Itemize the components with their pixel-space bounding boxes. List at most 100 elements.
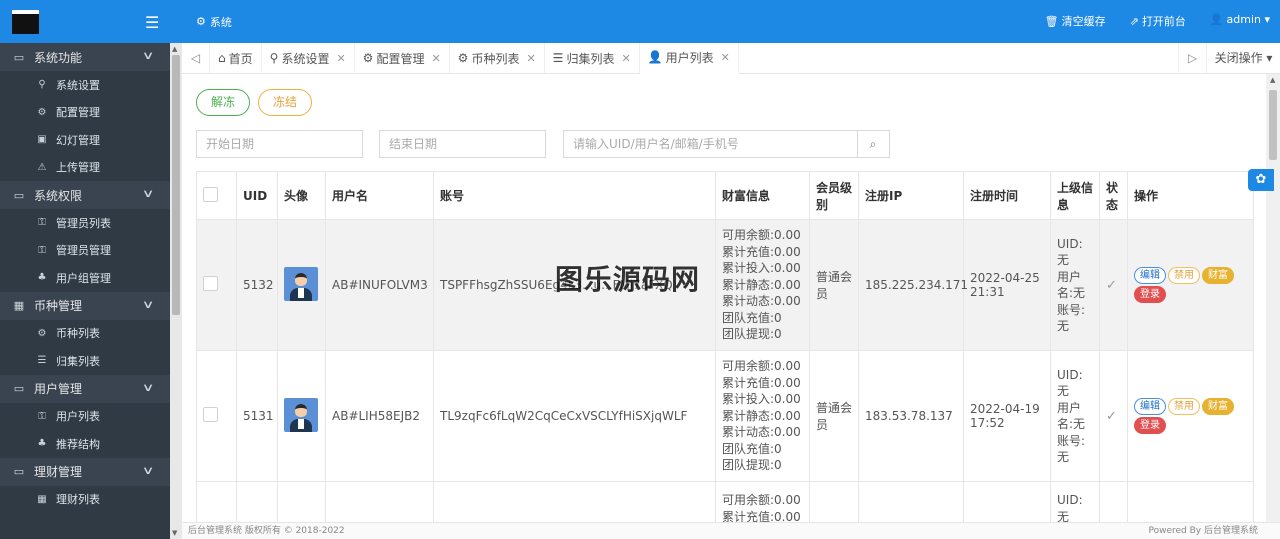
topbar-action[interactable]: ⇗ 打开前台 bbox=[1130, 13, 1186, 29]
operation-buttons: 编辑 禁用 财富登录 bbox=[1134, 398, 1248, 434]
table-row: 5131 AB#LIH58EJB2 TL9zqFc6fLqW2CqCeCxVSCLY… bbox=[196, 350, 1254, 482]
sidebar-item[interactable]: ⚿ 用户列表 bbox=[0, 403, 170, 431]
scroll-up-icon[interactable]: ▲ bbox=[172, 45, 177, 53]
search-input[interactable]: 请输入UID/用户名/邮箱/手机号 bbox=[563, 130, 858, 158]
sidebar-item[interactable]: ⚙ 配置管理 bbox=[0, 99, 170, 127]
sidebar-item[interactable]: ⚲ 系统设置 bbox=[0, 71, 170, 99]
floating-helper-icon[interactable]: ✿ bbox=[1248, 169, 1274, 191]
folder-icon: ▭ bbox=[13, 465, 25, 478]
tab-item[interactable]: ⌂ 首页 bbox=[210, 42, 262, 74]
parent-line: 无 bbox=[1057, 509, 1070, 523]
status-check-icon[interactable]: ✓ bbox=[1106, 409, 1117, 424]
chevron-down-icon: ∨ bbox=[141, 297, 155, 311]
login-button[interactable]: 登录 bbox=[1134, 286, 1166, 303]
chevron-down-icon: ∨ bbox=[141, 463, 155, 477]
content-scrollbar[interactable]: ▲ bbox=[1266, 74, 1280, 522]
sidebar-group[interactable]: ▦ 币种管理 ∨ bbox=[0, 291, 170, 320]
parent-line: 无 bbox=[1057, 319, 1070, 333]
edit-button[interactable]: 编辑 bbox=[1134, 267, 1166, 284]
top-title[interactable]: ⚙ 系统 bbox=[196, 14, 232, 30]
row-checkbox[interactable] bbox=[203, 276, 218, 291]
close-icon[interactable]: ✕ bbox=[336, 52, 345, 65]
menu-item-icon: ♣ bbox=[37, 438, 47, 450]
row-checkbox[interactable] bbox=[203, 407, 218, 422]
watermark: 图乐源码网 bbox=[555, 263, 701, 296]
unfreeze-button[interactable]: 解冻 bbox=[196, 89, 251, 116]
disable-button[interactable]: 禁用 bbox=[1168, 267, 1200, 284]
tab-item[interactable]: ⚲ 系统设置 ✕ bbox=[262, 42, 355, 74]
close-icon[interactable]: ✕ bbox=[431, 52, 440, 65]
close-operations-dropdown[interactable]: 关闭操作 ▾ bbox=[1206, 43, 1280, 74]
sidebar-item[interactable]: ⚠ 上传管理 bbox=[0, 154, 170, 182]
chevron-down-icon: ∨ bbox=[141, 380, 155, 394]
wealth-line: 累计投入:0.00 bbox=[722, 392, 801, 407]
top-actions: 🗑 清空缓存 ⇗ 打开前台 👤 admin ▾ bbox=[1045, 13, 1270, 29]
register-time-cell bbox=[963, 481, 1051, 522]
wealth-button[interactable]: 财富 bbox=[1202, 267, 1234, 284]
parent-line: 无 bbox=[1057, 384, 1070, 398]
status-check-icon[interactable]: ✓ bbox=[1106, 278, 1117, 293]
topbar-action[interactable]: 👤 admin ▾ bbox=[1210, 13, 1270, 29]
tab-icon: ⚙ bbox=[362, 51, 374, 65]
sidebar-group[interactable]: ▭ 用户管理 ∨ bbox=[0, 374, 170, 403]
sidebar-item[interactable]: ▣ 幻灯管理 bbox=[0, 126, 170, 154]
close-icon[interactable]: ✕ bbox=[621, 52, 630, 65]
end-date-input[interactable]: 结束日期 bbox=[379, 130, 546, 158]
search-button[interactable]: ⌕ bbox=[857, 130, 890, 158]
tab-item[interactable]: 👤 用户列表 ✕ bbox=[639, 42, 739, 74]
close-icon[interactable]: ✕ bbox=[526, 52, 535, 65]
tab-label: 系统设置 bbox=[281, 51, 330, 66]
tab-scroll-left-icon[interactable]: ◁ bbox=[182, 42, 210, 74]
menu-toggle-icon[interactable]: ☰ bbox=[145, 13, 159, 32]
avatar-shirt bbox=[298, 418, 304, 429]
sidebar: ▭ 系统功能 ∨ ⚲ 系统设置 ⚙ 配置管理 ▣ 幻灯管理 ⚠ 上传管理 ▭ 系统权限 ∨ ⚿ 管理员列表 ⚿ 管… bbox=[0, 0, 170, 539]
select-all-checkbox[interactable] bbox=[203, 186, 218, 202]
tab-item[interactable]: ⚙ 币种列表 ✕ bbox=[450, 42, 545, 74]
freeze-button[interactable]: 冻结 bbox=[258, 89, 313, 116]
scroll-up-icon[interactable]: ▲ bbox=[1270, 76, 1275, 84]
parent-line: 无 bbox=[1057, 450, 1070, 464]
username-cell bbox=[325, 481, 434, 522]
sidebar-item[interactable]: ⚙ 币种列表 bbox=[0, 320, 170, 348]
checkbox-cell bbox=[196, 350, 237, 482]
sidebar-item[interactable]: ⚿ 管理员列表 bbox=[0, 209, 170, 237]
sidebar-item[interactable]: ♣ 推荐结构 bbox=[0, 430, 170, 458]
sidebar-group[interactable]: ▭ 系统权限 ∨ bbox=[0, 181, 170, 209]
sidebar-item-label: 推荐结构 bbox=[56, 437, 100, 451]
table-header-cell: 状态 bbox=[1099, 171, 1128, 220]
start-date-input[interactable]: 开始日期 bbox=[196, 130, 363, 158]
login-button[interactable]: 登录 bbox=[1134, 417, 1166, 434]
register-ip-cell: 183.53.78.137 bbox=[858, 350, 964, 482]
tab-item[interactable]: ☰ 归集列表 ✕ bbox=[545, 42, 640, 74]
sidebar-item[interactable]: ♣ 用户组管理 bbox=[0, 264, 170, 292]
sidebar-group-label: 系统功能 bbox=[34, 50, 83, 65]
avatar-cell bbox=[277, 219, 326, 351]
tab-scroll-right-icon[interactable]: ▷ bbox=[1178, 43, 1206, 74]
sidebar-item[interactable]: ☰ 归集列表 bbox=[0, 347, 170, 375]
sidebar-group[interactable]: ▭ 理财管理 ∨ bbox=[0, 457, 170, 486]
menu-item-icon: ⚿ bbox=[38, 244, 46, 256]
close-icon[interactable]: ✕ bbox=[721, 51, 730, 64]
chevron-down-icon: ∨ bbox=[141, 187, 155, 200]
topbar-action[interactable]: 🗑 清空缓存 bbox=[1045, 13, 1106, 29]
sidebar-group[interactable]: ▭ 系统功能 ∨ bbox=[0, 43, 170, 71]
sidebar-item[interactable]: ▦ 理财列表 bbox=[0, 486, 170, 514]
sidebar-item[interactable]: ⚿ 管理员管理 bbox=[0, 237, 170, 265]
parent-info-cell: UID: 无用户 名:无 账号: 无 bbox=[1050, 350, 1100, 482]
sidebar-item-label: 配置管理 bbox=[56, 106, 100, 120]
wealth-button[interactable]: 财富 bbox=[1202, 398, 1234, 415]
menu-item-icon: ⚙ bbox=[37, 327, 47, 339]
tab-item[interactable]: ⚙ 配置管理 ✕ bbox=[355, 42, 450, 74]
parent-line: UID: bbox=[1057, 367, 1083, 382]
sidebar-scrollbar[interactable]: ▲ ▼ bbox=[170, 43, 182, 539]
footer: 后台管理系统 版权所有 © 2018-2022 Powered By 后台管理系… bbox=[182, 522, 1280, 539]
table-row: 可用余额:0.00 累计充值:0.00 UID: 无 bbox=[196, 481, 1254, 523]
table-header-cell: 账号 bbox=[433, 171, 716, 220]
sidebar-scroll-thumb[interactable] bbox=[172, 55, 180, 315]
account-cell: TL9zqFc6fLqW2CqCeCxVSCLYfHiSXjqWLF bbox=[433, 350, 716, 482]
disable-button[interactable]: 禁用 bbox=[1168, 398, 1200, 415]
wealth-line: 累计静态:0.00 bbox=[722, 277, 801, 292]
scroll-down-icon[interactable]: ▼ bbox=[172, 529, 177, 537]
content-scroll-thumb[interactable] bbox=[1269, 90, 1277, 160]
edit-button[interactable]: 编辑 bbox=[1134, 398, 1166, 415]
